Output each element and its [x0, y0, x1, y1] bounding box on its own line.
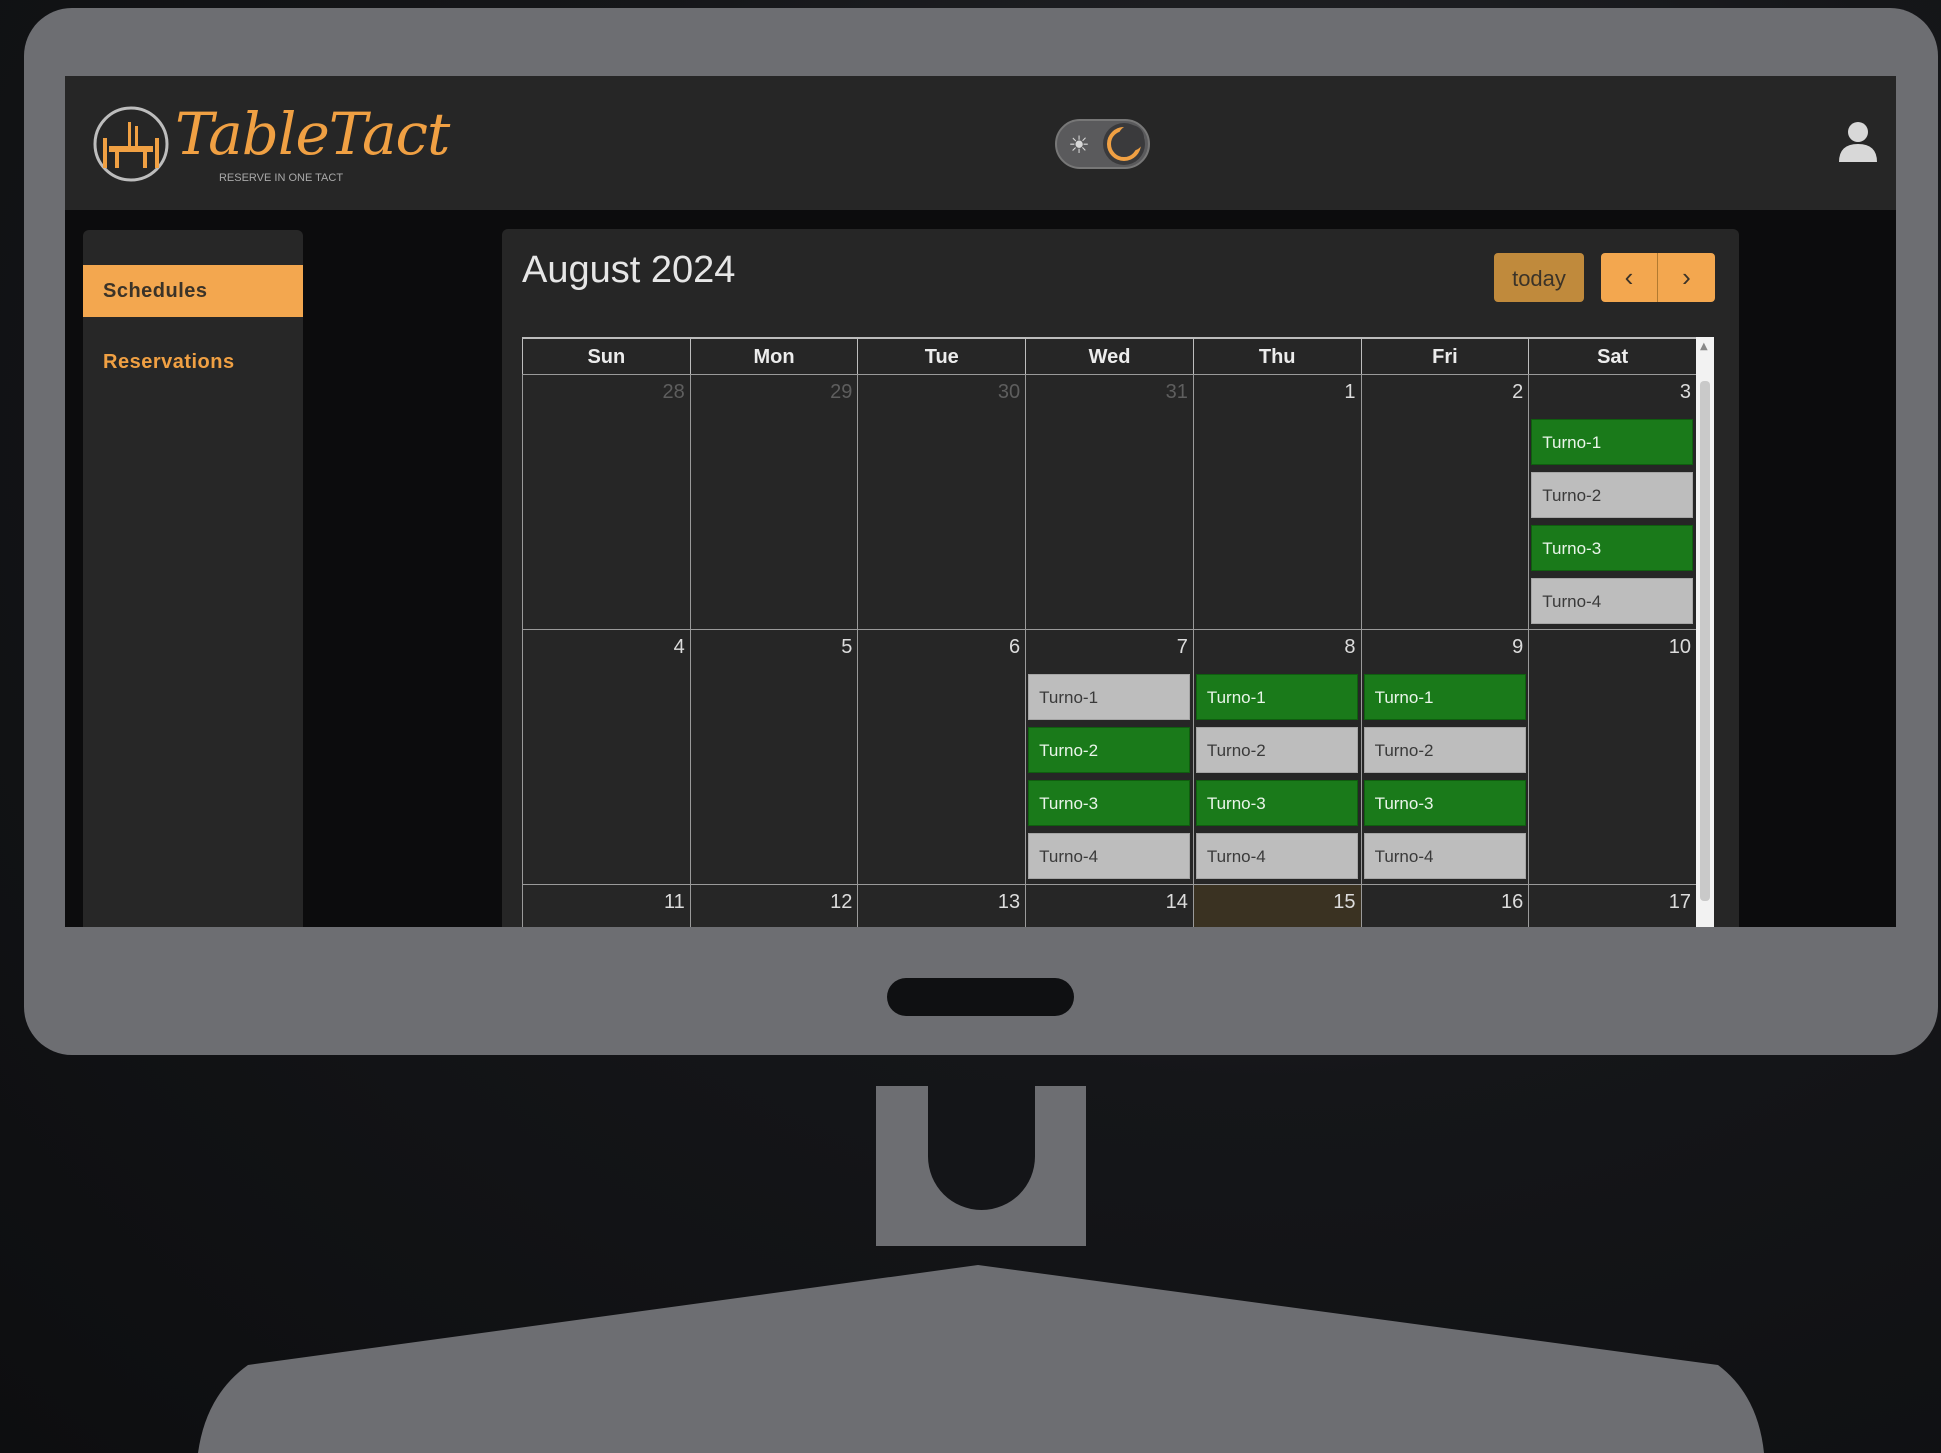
day-number[interactable]: 31 [1166, 381, 1188, 404]
day-number[interactable]: 28 [662, 381, 684, 404]
calendar-scrollbar[interactable]: ▲ [1696, 337, 1714, 927]
monitor-stand-base [198, 1265, 1764, 1453]
sidebar-item-schedules[interactable]: Schedules [83, 265, 303, 317]
shift-event[interactable]: Turno-1 [1363, 674, 1526, 720]
calendar-day-cell[interactable]: 1 [1192, 374, 1362, 630]
weekday-header: Fri [1360, 337, 1530, 375]
day-number[interactable]: 16 [1501, 891, 1523, 914]
calendar-day-cell[interactable]: 7 Turno-1 Turno-2 Turno-3 Turno-4 [1025, 629, 1194, 885]
calendar-day-cell[interactable]: 31 [1025, 374, 1194, 630]
day-number[interactable]: 2 [1512, 381, 1523, 404]
weekday-header: Thu [1192, 337, 1362, 375]
calendar-day-cell[interactable]: 3 Turno-1 Turno-2 Turno-3 Turno-4 [1528, 374, 1696, 630]
next-month-button[interactable]: › [1658, 253, 1715, 302]
day-number[interactable]: 15 [1333, 891, 1355, 914]
day-number[interactable]: 17 [1669, 891, 1691, 914]
day-number[interactable]: 14 [1166, 891, 1188, 914]
shift-event[interactable]: Turno-3 [1028, 780, 1191, 826]
day-number[interactable]: 1 [1344, 381, 1355, 404]
calendar-grid: Sun Mon Tue Wed Thu Fri Sat 28 29 30 31 1 2 3 Turno-1 T… [522, 337, 1696, 927]
calendar-day-cell[interactable]: 30 [857, 374, 1027, 630]
shift-event[interactable]: Turno-1 [1028, 674, 1191, 720]
calendar-day-cell[interactable]: 17 [1528, 884, 1696, 927]
weekday-header: Mon [689, 337, 859, 375]
calendar-day-cell[interactable]: 8 Turno-1 Turno-2 Turno-3 Turno-4 [1192, 629, 1362, 885]
day-number[interactable]: 5 [841, 636, 852, 659]
scrollbar-thumb[interactable] [1700, 381, 1710, 901]
day-number[interactable]: 4 [674, 636, 685, 659]
calendar-day-cell[interactable]: 15 [1192, 884, 1362, 927]
today-button[interactable]: today [1494, 253, 1584, 302]
restaurant-logo-icon [93, 106, 169, 182]
calendar-day-cell[interactable]: 4 [522, 629, 691, 885]
day-number[interactable]: 11 [664, 891, 685, 914]
shift-event[interactable]: Turno-3 [1363, 780, 1526, 826]
top-navbar: TableTact RESERVE IN ONE TACT ☀ [65, 76, 1896, 210]
shift-event[interactable]: Turno-2 [1195, 727, 1358, 773]
day-number[interactable]: 13 [998, 891, 1020, 914]
theme-toggle[interactable]: ☀ [1055, 119, 1150, 169]
calendar-day-cell[interactable]: 10 [1528, 629, 1696, 885]
prev-month-button[interactable]: ‹ [1601, 253, 1658, 302]
day-number[interactable]: 12 [830, 891, 852, 914]
day-number[interactable]: 8 [1344, 636, 1355, 659]
weekday-header: Wed [1025, 337, 1194, 375]
calendar-day-cell[interactable]: 6 [857, 629, 1027, 885]
calendar-day-cell[interactable]: 2 [1360, 374, 1530, 630]
weekday-header: Sun [522, 337, 691, 375]
calendar-panel: August 2024 today ‹ › Sun Mon Tue Wed Thu Fri… [502, 229, 1739, 927]
sidebar: Schedules Reservations [83, 230, 303, 927]
shift-event[interactable]: Turno-4 [1028, 833, 1191, 879]
monitor-camera-slot [887, 978, 1074, 1016]
calendar-day-cell[interactable]: 9 Turno-1 Turno-2 Turno-3 Turno-4 [1360, 629, 1530, 885]
sidebar-item-reservations[interactable]: Reservations [83, 336, 303, 388]
app-logo-text[interactable]: TableTact [175, 100, 450, 168]
shift-event[interactable]: Turno-1 [1531, 419, 1694, 465]
weekday-header: Tue [857, 337, 1027, 375]
shift-event[interactable]: Turno-1 [1195, 674, 1358, 720]
scroll-up-icon[interactable]: ▲ [1700, 341, 1708, 352]
day-number[interactable]: 29 [830, 381, 852, 404]
calendar-day-cell[interactable]: 5 [689, 629, 859, 885]
day-number[interactable]: 9 [1512, 636, 1523, 659]
shift-event[interactable]: Turno-3 [1195, 780, 1358, 826]
shift-event[interactable]: Turno-4 [1363, 833, 1526, 879]
calendar-day-cell[interactable]: 14 [1025, 884, 1194, 927]
shift-event[interactable]: Turno-2 [1028, 727, 1191, 773]
calendar-day-cell[interactable]: 12 [689, 884, 859, 927]
calendar-day-cell[interactable]: 16 [1360, 884, 1530, 927]
toggle-knob [1103, 123, 1145, 165]
shift-event[interactable]: Turno-2 [1531, 472, 1694, 518]
shift-event[interactable]: Turno-4 [1195, 833, 1358, 879]
shift-event[interactable]: Turno-2 [1363, 727, 1526, 773]
calendar-title: August 2024 [522, 249, 736, 291]
day-number[interactable]: 10 [1669, 636, 1691, 659]
weekday-header: Sat [1528, 337, 1696, 375]
app-tagline: RESERVE IN ONE TACT [218, 172, 344, 184]
day-number[interactable]: 30 [998, 381, 1020, 404]
day-number[interactable]: 3 [1680, 381, 1691, 404]
shift-event[interactable]: Turno-3 [1531, 525, 1694, 571]
monitor-stand-notch [928, 1080, 1035, 1210]
day-number[interactable]: 6 [1009, 636, 1020, 659]
calendar-day-cell[interactable]: 13 [857, 884, 1027, 927]
sun-icon: ☀ [1068, 131, 1090, 159]
calendar-day-cell[interactable]: 11 [522, 884, 691, 927]
moon-icon [1107, 125, 1144, 161]
calendar-day-cell[interactable]: 29 [689, 374, 859, 630]
shift-event[interactable]: Turno-4 [1531, 578, 1694, 624]
day-number[interactable]: 7 [1177, 636, 1188, 659]
user-icon[interactable] [1835, 118, 1881, 164]
calendar-day-cell[interactable]: 28 [522, 374, 691, 630]
app-screen: TableTact RESERVE IN ONE TACT ☀ Schedule… [65, 76, 1896, 927]
